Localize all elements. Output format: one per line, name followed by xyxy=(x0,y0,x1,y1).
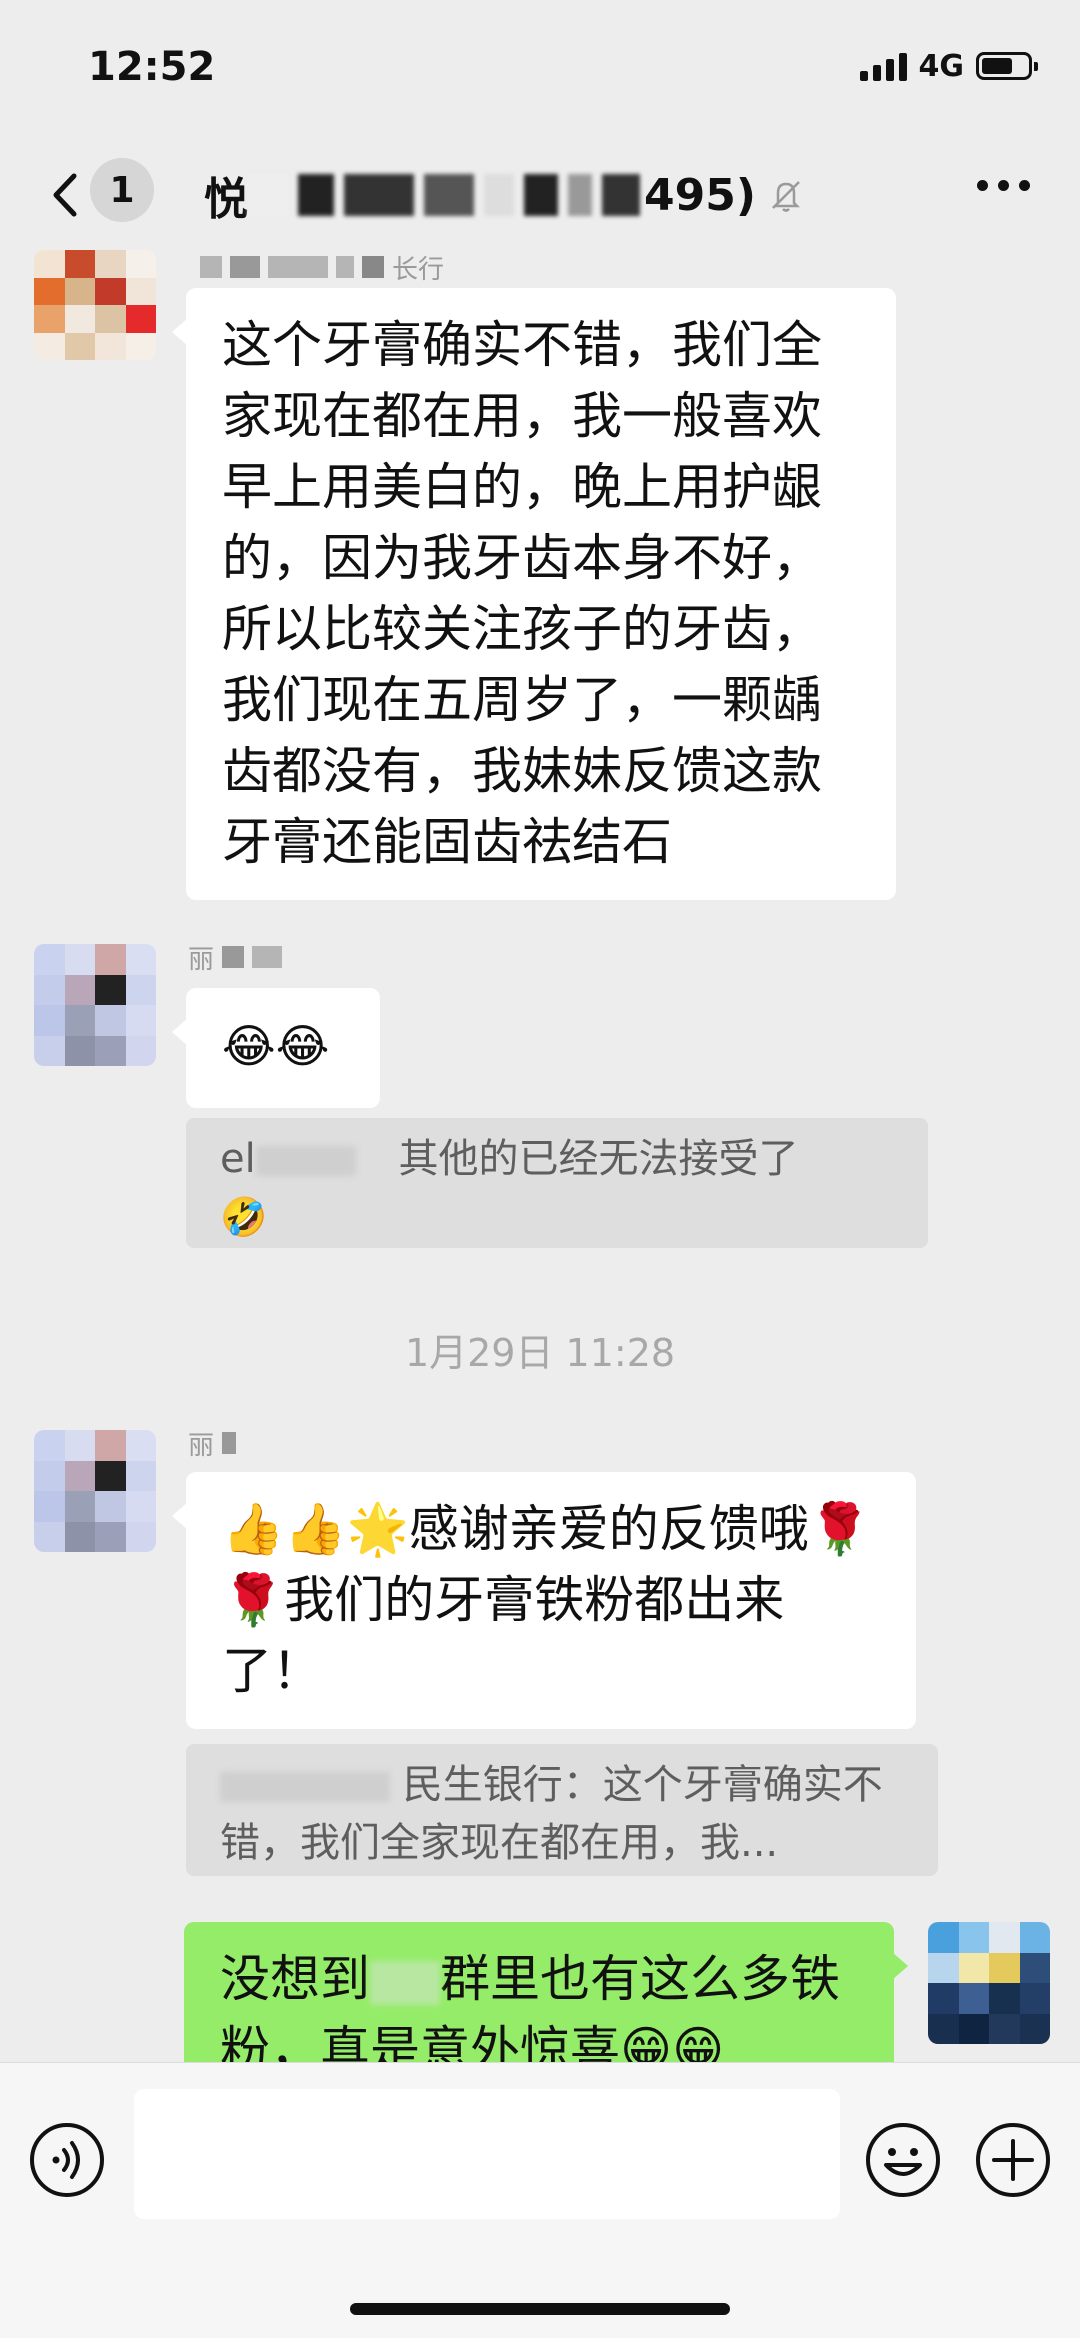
unread-count-badge[interactable]: 1 xyxy=(90,158,154,222)
redacted-text xyxy=(370,1960,440,2005)
network-label: 4G xyxy=(918,48,965,84)
quote-sender-prefix: el xyxy=(220,1136,256,1182)
back-icon[interactable] xyxy=(40,168,94,222)
chat-header: 1 悦 495) xyxy=(0,140,1080,250)
sender-name: 长行 xyxy=(200,250,445,285)
sender-name-initial: 丽 xyxy=(188,1430,215,1461)
message-bubble[interactable]: 😂😂 xyxy=(172,988,380,1108)
group-title[interactable]: 悦 495) xyxy=(200,160,806,230)
message-text-part1: 没想到 xyxy=(220,1950,370,2008)
signal-icon xyxy=(859,51,907,81)
redacted-name xyxy=(220,1772,390,1802)
voice-icon[interactable] xyxy=(28,2121,106,2199)
input-bar xyxy=(0,2062,1080,2338)
sender-name-suffix: 长行 xyxy=(392,254,445,285)
status-indicators: 4G xyxy=(859,46,1038,86)
avatar[interactable] xyxy=(34,944,156,1066)
group-title-prefix: 悦 xyxy=(204,174,248,225)
group-member-count: 495) xyxy=(644,169,756,221)
sender-name: 丽 xyxy=(188,940,283,975)
timestamp: 1月29日 11:28 xyxy=(404,1331,676,1375)
status-bar: 12:52 4G xyxy=(0,0,1080,140)
quoted-message[interactable]: el 其他的已经无法接受了 🤣 xyxy=(186,1118,928,1248)
avatar[interactable] xyxy=(34,1430,156,1552)
sender-name: 丽 xyxy=(188,1426,237,1461)
message-text: 👍👍🌟感谢亲爱的反馈哦🌹🌹我们的牙膏铁粉都出来了！ xyxy=(222,1500,872,1700)
message-bubble-self[interactable]: 没想到 群里也有这么多铁粉，真是意外惊喜😁😁 xyxy=(184,1922,908,2062)
plus-icon[interactable] xyxy=(974,2121,1052,2199)
quote-text: 其他的已经无法接受了 xyxy=(398,1136,799,1182)
redacted-name xyxy=(255,1146,356,1176)
status-time: 12:52 xyxy=(88,44,216,90)
message-bubble[interactable]: 👍👍🌟感谢亲爱的反馈哦🌹🌹我们的牙膏铁粉都出来了！ xyxy=(172,1472,916,1729)
avatar-self[interactable] xyxy=(928,1922,1050,2044)
mute-icon xyxy=(771,181,800,212)
sender-name-initial: 丽 xyxy=(188,944,215,975)
message-bubble[interactable]: 这个牙膏确实不错，我们全家现在都在用，我一般喜欢早上用美白的，晚上用护龈的，因为… xyxy=(172,288,896,900)
emoji-icon[interactable] xyxy=(864,2121,942,2199)
message-text: 😂😂 xyxy=(222,1019,330,1073)
message-input[interactable] xyxy=(134,2089,840,2219)
quoted-message[interactable]: 民生银行：这个牙膏确实不错，我们全家现在都在用，我... xyxy=(186,1744,938,1876)
more-icon[interactable] xyxy=(977,180,1030,191)
home-indicator[interactable] xyxy=(350,2303,730,2315)
battery-icon xyxy=(976,52,1038,80)
chat-messages[interactable]: 长行 这个牙膏确实不错，我们全家现在都在用，我一般喜欢早上用美白的，晚上用护龈的… xyxy=(0,250,1080,2062)
quote-emoji: 🤣 xyxy=(220,1195,268,1239)
group-title-redacted xyxy=(248,174,640,216)
avatar[interactable] xyxy=(34,250,156,360)
